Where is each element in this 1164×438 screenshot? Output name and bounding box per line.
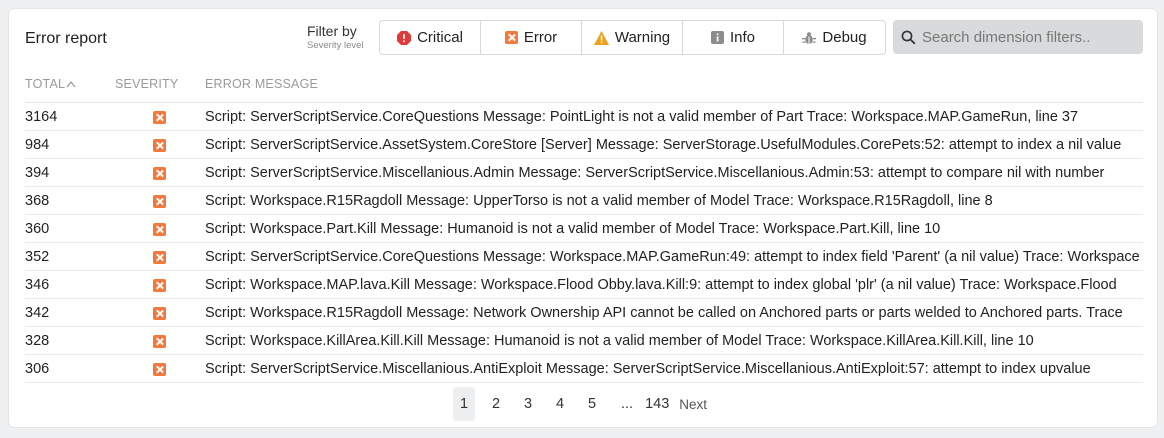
- error-icon: [153, 363, 166, 376]
- search-box[interactable]: [893, 20, 1143, 54]
- row-error-message: Script: ServerScriptService.CoreQuestion…: [205, 249, 1140, 265]
- filter-error-label: Error: [523, 29, 558, 46]
- error-icon: [153, 111, 166, 124]
- table-row[interactable]: 342 Script: Workspace.R15Ragdoll Message:…: [25, 299, 1143, 327]
- row-severity: [153, 307, 166, 324]
- row-severity: [153, 167, 166, 184]
- table-row[interactable]: 328 Script: Workspace.KillArea.Kill.Kill …: [25, 327, 1143, 355]
- page-3-button[interactable]: 3: [517, 387, 539, 421]
- row-error-message: Script: ServerScriptService.Miscellaniou…: [205, 361, 1091, 377]
- row-severity: [153, 279, 166, 296]
- report-header: Error report Filter by Severity level Cr…: [9, 9, 1157, 69]
- error-table-body: 3164 Script: ServerScriptService.CoreQues…: [25, 103, 1143, 383]
- filter-critical-button[interactable]: Critical: [380, 21, 481, 54]
- total-column-header[interactable]: TOTAL: [25, 77, 76, 91]
- filter-info-label: Info: [729, 29, 756, 46]
- error-icon: [153, 307, 166, 320]
- row-error-message: Script: Workspace.R15Ragdoll Message: Up…: [205, 193, 993, 209]
- search-icon: [901, 30, 916, 44]
- severity-column-header: SEVERITY: [115, 77, 179, 91]
- page-4-button[interactable]: 4: [549, 387, 571, 421]
- table-row[interactable]: 346 Script: Workspace.MAP.lava.Kill Messa…: [25, 271, 1143, 299]
- row-total: 346: [25, 277, 50, 293]
- table-row[interactable]: 3164 Script: ServerScriptService.CoreQues…: [25, 103, 1143, 131]
- row-severity: [153, 223, 166, 240]
- row-total: 328: [25, 333, 50, 349]
- error-icon: [153, 223, 166, 236]
- row-total: 342: [25, 305, 50, 321]
- error-icon: [153, 167, 166, 180]
- row-total: 306: [25, 361, 50, 377]
- filter-warning-label: Warning: [614, 29, 671, 46]
- message-column-header: ERROR MESSAGE: [205, 77, 319, 91]
- filter-label: Filter by Severity level: [307, 23, 364, 51]
- table-row[interactable]: 368 Script: Workspace.R15Ragdoll Message:…: [25, 187, 1143, 215]
- filter-error-button[interactable]: Error: [481, 21, 582, 54]
- debug-icon: [802, 31, 817, 44]
- table-row[interactable]: 984 Script: ServerScriptService.AssetSyst…: [25, 131, 1143, 159]
- row-total: 360: [25, 221, 50, 237]
- filter-info-button[interactable]: Info: [683, 21, 784, 54]
- row-error-message: Script: ServerScriptService.AssetSystem.…: [205, 137, 1122, 153]
- table-row[interactable]: 394 Script: ServerScriptService.Miscellan…: [25, 159, 1143, 187]
- row-error-message: Script: ServerScriptService.Miscellaniou…: [205, 165, 1105, 181]
- severity-level-sublabel: Severity level: [307, 40, 364, 51]
- error-icon: [153, 139, 166, 152]
- error-report-card: Error report Filter by Severity level Cr…: [8, 8, 1158, 428]
- total-column-label: TOTAL: [25, 77, 66, 91]
- filter-by-label: Filter by: [307, 23, 357, 39]
- next-page-button[interactable]: Next: [679, 397, 707, 412]
- pagination: 1 2 3 4 5 ... 143 Next: [453, 387, 707, 421]
- row-error-message: Script: Workspace.KillArea.Kill.Kill Mes…: [205, 333, 1034, 349]
- error-icon: [153, 251, 166, 264]
- filter-warning-button[interactable]: Warning: [582, 21, 683, 54]
- pagination-ellipsis: ...: [621, 396, 634, 412]
- row-severity: [153, 195, 166, 212]
- sort-ascending-icon: [66, 80, 76, 88]
- row-error-message: Script: Workspace.MAP.lava.Kill Message:…: [205, 277, 1117, 293]
- error-icon: [153, 195, 166, 208]
- row-total: 984: [25, 137, 50, 153]
- info-icon: [710, 31, 724, 44]
- row-total: 368: [25, 193, 50, 209]
- row-total: 3164: [25, 109, 58, 125]
- page-5-button[interactable]: 5: [581, 387, 603, 421]
- error-icon: [153, 279, 166, 292]
- filter-debug-button[interactable]: Debug: [784, 21, 885, 54]
- severity-filter-group: Critical Error Warning Info Debug: [379, 20, 886, 55]
- filter-critical-label: Critical: [417, 29, 463, 46]
- error-icon: [504, 31, 518, 44]
- warning-icon: [593, 30, 609, 45]
- page-2-button[interactable]: 2: [485, 387, 507, 421]
- row-error-message: Script: Workspace.R15Ragdoll Message: Ne…: [205, 305, 1123, 321]
- page-title: Error report: [25, 30, 107, 47]
- filter-debug-label: Debug: [822, 29, 867, 46]
- row-severity: [153, 111, 166, 128]
- table-row[interactable]: 306 Script: ServerScriptService.Miscellan…: [25, 355, 1143, 383]
- row-total: 394: [25, 165, 50, 181]
- search-input[interactable]: [922, 28, 1142, 46]
- page-1-button[interactable]: 1: [453, 387, 475, 421]
- table-header: TOTAL SEVERITY ERROR MESSAGE: [25, 75, 1143, 103]
- table-row[interactable]: 360 Script: Workspace.Part.Kill Message: …: [25, 215, 1143, 243]
- critical-icon: [397, 30, 412, 45]
- row-severity: [153, 139, 166, 156]
- row-error-message: Script: Workspace.Part.Kill Message: Hum…: [205, 221, 941, 237]
- row-total: 352: [25, 249, 50, 265]
- table-row[interactable]: 352 Script: ServerScriptService.CoreQuest…: [25, 243, 1143, 271]
- row-severity: [153, 335, 166, 352]
- error-icon: [153, 335, 166, 348]
- page-last-button[interactable]: 143: [645, 387, 669, 421]
- row-error-message: Script: ServerScriptService.CoreQuestion…: [205, 109, 1079, 125]
- row-severity: [153, 363, 166, 380]
- row-severity: [153, 251, 166, 268]
